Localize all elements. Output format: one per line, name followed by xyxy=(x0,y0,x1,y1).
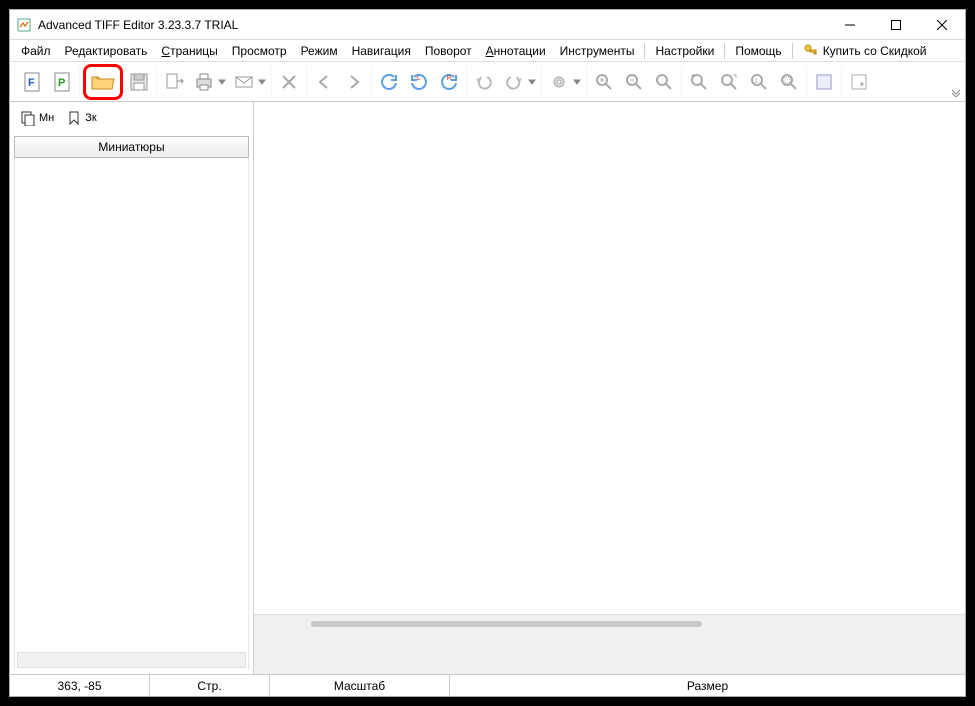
zoom-width-button[interactable] xyxy=(685,67,713,97)
rotate-cw-button[interactable]: R xyxy=(435,67,463,97)
mail-button[interactable] xyxy=(230,67,258,97)
minimize-button[interactable] xyxy=(827,10,873,39)
menu-buy[interactable]: Купить со Скидкой xyxy=(796,41,934,61)
thumbnails-area xyxy=(14,158,249,670)
rotate-left-button[interactable] xyxy=(375,67,403,97)
prev-button[interactable] xyxy=(310,67,338,97)
fullscreen-button[interactable] xyxy=(810,67,838,97)
thumbnails-scrollbar[interactable] xyxy=(17,652,246,668)
undo-button[interactable] xyxy=(470,67,498,97)
gear-button[interactable] xyxy=(545,67,573,97)
menu-separator xyxy=(724,43,725,59)
show-panel-button[interactable] xyxy=(845,67,873,97)
toolbar-overflow[interactable] xyxy=(949,62,963,101)
tool-file-f[interactable]: F xyxy=(18,67,46,97)
menu-mode[interactable]: Режим xyxy=(294,42,345,60)
close-button[interactable] xyxy=(919,10,965,39)
menu-tools[interactable]: Инструменты xyxy=(553,42,642,60)
menu-navigation[interactable]: Навигация xyxy=(345,42,418,60)
svg-text:1: 1 xyxy=(754,78,758,85)
menubar: Файл Редактировать Страницы Просмотр Реж… xyxy=(10,40,965,62)
tab-thumbnails[interactable]: Мн xyxy=(16,108,58,128)
svg-text:F: F xyxy=(28,77,35,89)
menu-help[interactable]: Помощь xyxy=(728,42,788,60)
thumbnails-header[interactable]: Миниатюры xyxy=(14,136,249,158)
maximize-button[interactable] xyxy=(873,10,919,39)
zoom-actual-button[interactable]: 1 xyxy=(745,67,773,97)
zoom-fit-button[interactable] xyxy=(650,67,678,97)
menu-rotate[interactable]: Поворот xyxy=(418,42,479,60)
mail-dropdown[interactable] xyxy=(257,67,267,97)
redo-dropdown[interactable] xyxy=(527,67,537,97)
print-button[interactable] xyxy=(190,67,218,97)
zoom-out-button[interactable] xyxy=(620,67,648,97)
menu-separator xyxy=(644,43,645,59)
next-button[interactable] xyxy=(340,67,368,97)
canvas-area xyxy=(254,102,965,674)
menu-edit[interactable]: Редактировать xyxy=(58,42,155,60)
menu-pages[interactable]: Страницы xyxy=(154,42,224,60)
zoom-selection-button[interactable] xyxy=(775,67,803,97)
sidebar: Мн Зк Миниатюры xyxy=(10,102,254,674)
redo-button[interactable] xyxy=(500,67,528,97)
bookmark-icon xyxy=(66,110,82,126)
menu-annotations[interactable]: Аннотации xyxy=(479,42,553,60)
print-dropdown[interactable] xyxy=(217,67,227,97)
menu-settings[interactable]: Настройки xyxy=(648,42,721,60)
export-page-button[interactable] xyxy=(160,67,188,97)
zoom-in-button[interactable] xyxy=(590,67,618,97)
menu-file[interactable]: Файл xyxy=(14,42,58,60)
key-icon xyxy=(803,43,819,59)
svg-text:P: P xyxy=(58,77,65,89)
titlebar: Advanced TIFF Editor 3.23.3.7 TRIAL xyxy=(10,10,965,40)
delete-button[interactable] xyxy=(275,67,303,97)
tool-file-p[interactable]: P xyxy=(48,67,76,97)
zoom-height-button[interactable] xyxy=(715,67,743,97)
menu-separator xyxy=(792,43,793,59)
app-window: Advanced TIFF Editor 3.23.3.7 TRIAL Файл… xyxy=(9,9,966,697)
window-title: Advanced TIFF Editor 3.23.3.7 TRIAL xyxy=(38,18,827,32)
svg-text:R: R xyxy=(447,76,452,82)
status-zoom: Масштаб xyxy=(270,675,450,696)
rotate-ccw-button[interactable]: L xyxy=(405,67,433,97)
toolbar: F P xyxy=(10,62,965,102)
menu-view[interactable]: Просмотр xyxy=(225,42,294,60)
canvas-horizontal-scrollbar[interactable] xyxy=(311,621,702,627)
status-page: Стр. xyxy=(150,675,270,696)
status-coords: 363, -85 xyxy=(10,675,150,696)
gear-dropdown[interactable] xyxy=(572,67,582,97)
tab-bookmarks[interactable]: Зк xyxy=(62,108,100,128)
save-button[interactable] xyxy=(125,67,153,97)
app-icon xyxy=(16,17,32,33)
statusbar: 363, -85 Стр. Масштаб Размер xyxy=(10,674,965,696)
thumbnails-icon xyxy=(20,110,36,126)
canvas[interactable] xyxy=(254,102,965,614)
open-folder-button[interactable] xyxy=(83,64,123,100)
svg-text:L: L xyxy=(417,76,421,82)
status-size: Размер xyxy=(450,675,965,696)
canvas-bottom-panel xyxy=(254,614,965,674)
